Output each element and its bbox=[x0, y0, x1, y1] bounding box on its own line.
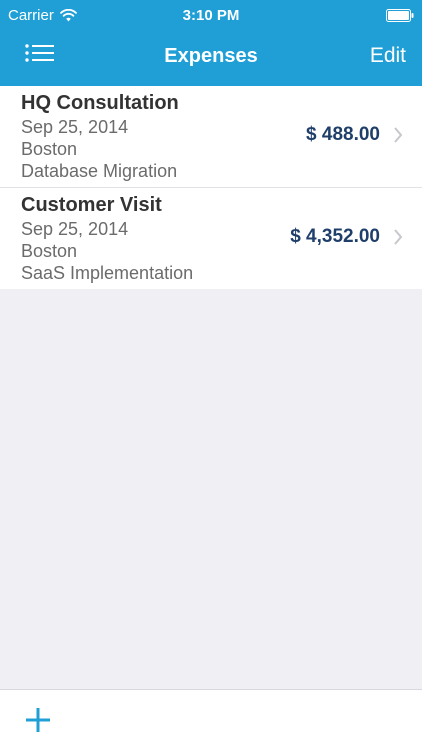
expense-date: Sep 25, 2014 bbox=[21, 219, 129, 239]
top-bar: Carrier 3:10 PM Expenses Edit bbox=[0, 0, 422, 86]
expense-amount: $ 488.00 bbox=[306, 124, 380, 145]
expense-amount: $ 4,352.00 bbox=[290, 226, 380, 247]
battery-icon bbox=[386, 9, 414, 22]
expense-project: SaaS Implementation bbox=[21, 263, 194, 283]
expense-location: Boston bbox=[21, 139, 78, 159]
status-bar: Carrier 3:10 PM bbox=[0, 0, 422, 30]
expense-details: Customer Visit Sep 25, 2014 Boston SaaS … bbox=[21, 194, 193, 284]
expenses-list: HQ Consultation Sep 25, 2014 Boston Data… bbox=[0, 86, 422, 289]
expense-title: Customer Visit bbox=[21, 194, 162, 216]
expense-details: HQ Consultation Sep 25, 2014 Boston Data… bbox=[21, 92, 179, 182]
chevron-right-icon bbox=[394, 229, 403, 245]
plus-icon[interactable] bbox=[24, 706, 52, 734]
chevron-right-icon bbox=[394, 127, 403, 143]
expenses-screen: Carrier 3:10 PM Expenses Edit HQ Consult… bbox=[0, 0, 422, 750]
expense-title: HQ Consultation bbox=[21, 92, 179, 114]
expense-date: Sep 25, 2014 bbox=[21, 117, 129, 137]
edit-button[interactable]: Edit bbox=[370, 44, 406, 68]
navigation-bar: Expenses Edit bbox=[0, 30, 422, 86]
status-time: 3:10 PM bbox=[182, 7, 240, 24]
expense-project: Database Migration bbox=[21, 161, 178, 181]
expense-row[interactable]: HQ Consultation Sep 25, 2014 Boston Data… bbox=[0, 86, 422, 188]
bottom-toolbar bbox=[0, 689, 422, 750]
expense-location: Boston bbox=[21, 241, 78, 261]
expense-row[interactable]: Customer Visit Sep 25, 2014 Boston SaaS … bbox=[0, 188, 422, 289]
page-title: Expenses bbox=[164, 45, 258, 67]
